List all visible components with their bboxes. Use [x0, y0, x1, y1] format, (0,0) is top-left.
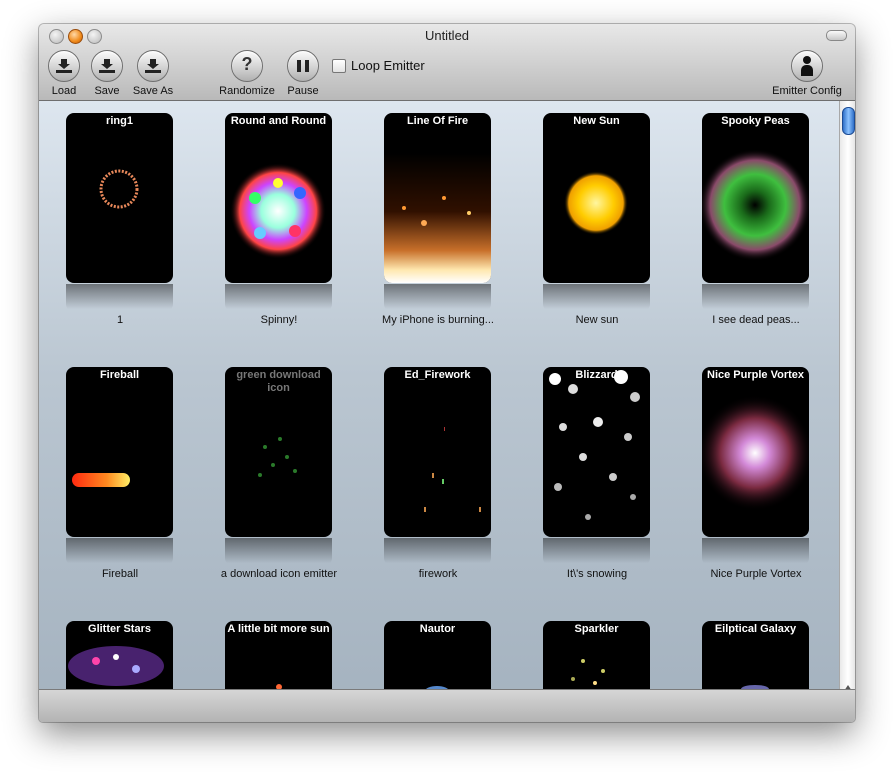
emitter-title: green download icon: [236, 369, 321, 394]
emitter-tile[interactable]: ring1 1: [66, 113, 173, 327]
emitter-thumbnail: [99, 169, 139, 209]
pause-label: Pause: [287, 85, 319, 97]
emitter-preview[interactable]: Fireball: [66, 367, 173, 537]
scroll-thumb[interactable]: [842, 107, 855, 135]
save-label: Save: [94, 85, 120, 97]
download-icon: [56, 59, 72, 73]
download-icon: [145, 59, 161, 73]
emitter-thumbnail: [702, 395, 809, 511]
pause-button[interactable]: Pause: [286, 50, 320, 97]
emitter-thumbnail: [549, 370, 640, 520]
emitter-description: My iPhone is burning...: [382, 314, 494, 326]
emitter-title: Round and Round: [230, 115, 327, 127]
emitter-thumbnail: [72, 473, 130, 487]
emitter-title: New Sun: [573, 115, 620, 127]
emitter-tile[interactable]: Line Of Fire My iPhone is burning...: [382, 113, 494, 327]
emitter-preview[interactable]: New Sun: [543, 113, 650, 283]
emitter-tile[interactable]: green download icon a download icon emit…: [221, 367, 337, 581]
emitter-description: New sun: [575, 314, 619, 326]
emitter-tile[interactable]: New Sun New sun: [543, 113, 650, 327]
vertical-scrollbar[interactable]: [839, 101, 855, 713]
emitter-title: A little bit more sun: [227, 623, 330, 635]
emitter-tile[interactable]: Fireball Fireball: [66, 367, 173, 581]
emitter-title: Fireball: [99, 369, 140, 381]
toolbar-toggle-button[interactable]: [826, 30, 847, 41]
emitter-tile[interactable]: Spooky Peas I see dead peas...: [702, 113, 809, 327]
emitter-description: Fireball: [101, 568, 139, 580]
emitter-tile[interactable]: Ed_Firework firework: [384, 367, 491, 581]
emitter-thumbnail: [384, 153, 491, 283]
emitter-title: Line Of Fire: [406, 115, 469, 127]
emitter-thumbnail: [230, 163, 326, 259]
emitter-description: firework: [418, 568, 458, 580]
emitter-title: ring1: [106, 115, 133, 127]
emitter-tile[interactable]: Round and Round Spinny!: [225, 113, 332, 327]
bottom-bar: [39, 689, 855, 722]
emitter-title: Nautor: [419, 623, 456, 635]
window-title: Untitled: [424, 28, 470, 43]
emitter-description: 1: [116, 314, 124, 326]
emitter-config-label: Emitter Config: [772, 85, 842, 97]
emitter-preview[interactable]: Spooky Peas: [702, 113, 809, 283]
emitter-preview[interactable]: green download icon: [225, 367, 332, 537]
loop-emitter-checkbox[interactable]: [332, 58, 346, 73]
emitter-preview[interactable]: Round and Round: [225, 113, 332, 283]
emitter-preview[interactable]: Nice Purple Vortex: [702, 367, 809, 537]
emitter-preview[interactable]: Blizzard: [543, 367, 650, 537]
emitter-tile[interactable]: Blizzard It\'s snowing: [543, 367, 650, 581]
emitter-config-button[interactable]: Emitter Config: [767, 50, 847, 97]
loop-emitter-label: Loop Emitter: [351, 58, 425, 73]
emitter-thumbnail: [564, 171, 628, 235]
emitter-title: Glitter Stars: [88, 623, 151, 635]
emitter-tile[interactable]: Nice Purple Vortex Nice Purple Vortex: [702, 367, 809, 581]
person-icon: [801, 56, 813, 76]
save-as-label: Save As: [132, 85, 174, 97]
emitter-thumbnail: [424, 427, 481, 512]
loop-emitter-toggle[interactable]: Loop Emitter: [332, 58, 425, 73]
load-button[interactable]: Load: [48, 50, 80, 97]
emitter-description: Nice Purple Vortex: [710, 568, 802, 580]
emitter-description: a download icon emitter: [220, 568, 338, 580]
app-window: Untitled Load Save Save As ? Randomize P…: [39, 24, 855, 722]
emitter-grid: ring1 1 Round and Round Spinny! Line Of …: [39, 101, 839, 713]
emitter-title: Blizzard: [575, 369, 618, 381]
emitter-preview[interactable]: Line Of Fire: [384, 113, 491, 283]
save-button[interactable]: Save: [91, 50, 123, 97]
emitter-preview[interactable]: ring1: [66, 113, 173, 283]
emitter-title: Nice Purple Vortex: [707, 369, 804, 381]
toolbar: Untitled Load Save Save As ? Randomize P…: [39, 24, 855, 101]
randomize-label: Randomize: [219, 85, 275, 97]
emitter-description: Spinny!: [260, 314, 298, 326]
emitter-title: Eilptical Galaxy: [714, 623, 797, 635]
download-icon: [99, 59, 115, 73]
load-label: Load: [51, 85, 77, 97]
emitter-title: Spooky Peas: [721, 115, 790, 127]
save-as-button[interactable]: Save As: [131, 50, 175, 97]
emitter-description: It\'s snowing: [566, 568, 628, 580]
randomize-button[interactable]: ? Randomize: [216, 50, 278, 97]
emitter-title: Sparkler: [574, 623, 619, 635]
emitter-title: Ed_Firework: [404, 369, 471, 381]
emitter-thumbnail: [702, 149, 809, 261]
emitter-preview[interactable]: Ed_Firework: [384, 367, 491, 537]
question-mark-icon: ?: [241, 54, 253, 74]
emitter-description: I see dead peas...: [712, 314, 800, 326]
